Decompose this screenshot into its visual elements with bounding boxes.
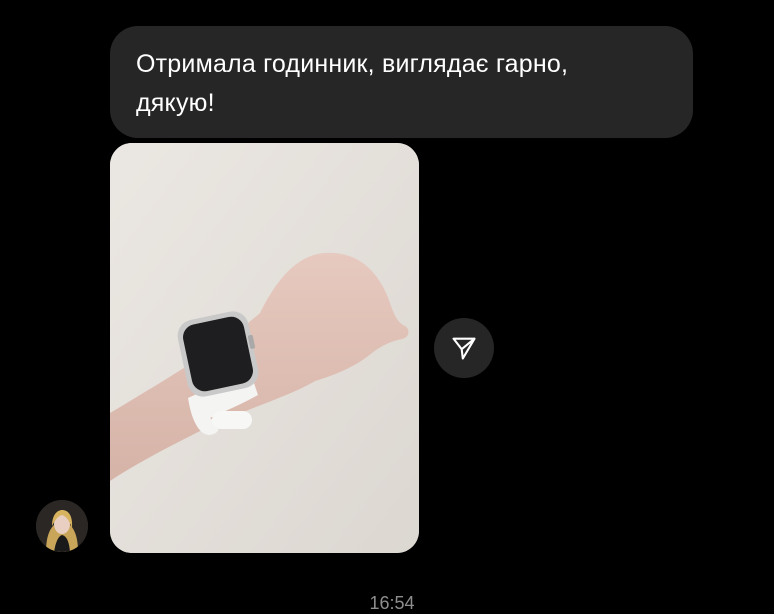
- message-text-line-2: дякую!: [136, 89, 215, 117]
- wrist-watch-photo: [110, 143, 419, 553]
- message-photo[interactable]: [110, 143, 419, 553]
- chat-thread: Отримала годинник, виглядає гарно, дякую…: [0, 0, 774, 613]
- share-button[interactable]: [434, 318, 494, 378]
- user-avatar-icon: [36, 500, 88, 552]
- send-arrow-icon: [452, 337, 476, 360]
- message-bubble[interactable]: Отримала годинник, виглядає гарно, дякую…: [110, 26, 693, 138]
- avatar[interactable]: [36, 500, 88, 552]
- message-timestamp: 16:54: [369, 593, 415, 613]
- message-text-line-1: Отримала годинник, виглядає гарно,: [136, 50, 569, 78]
